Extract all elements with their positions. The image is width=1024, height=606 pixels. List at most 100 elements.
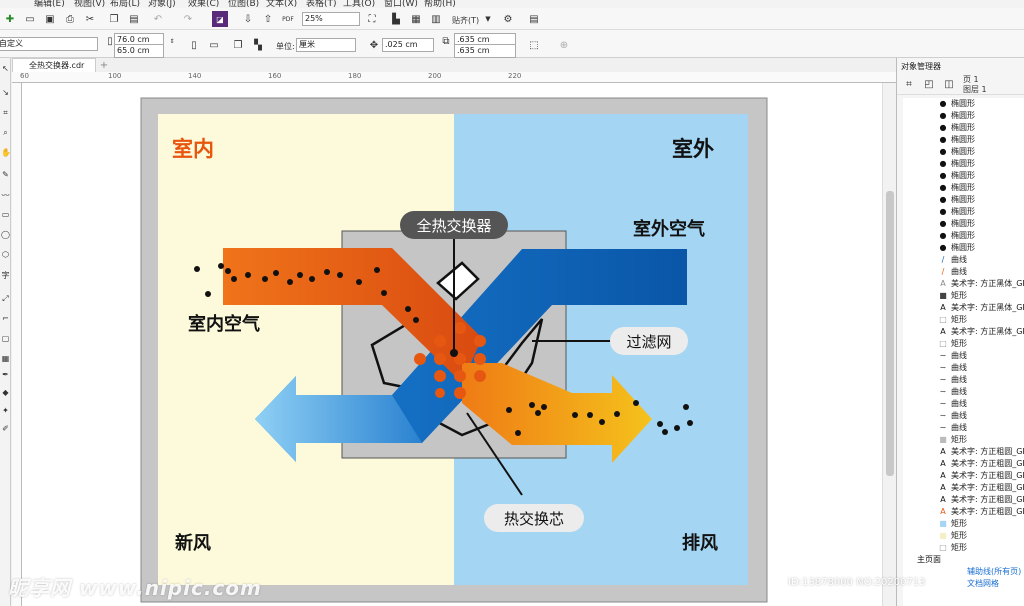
list-item[interactable]: A 美术字: 方正粗圆_GB [903, 494, 1024, 506]
list-item[interactable]: A 美术字: 方正粗圆_GB [903, 470, 1024, 482]
menu-help[interactable]: 帮助(H) [424, 0, 456, 8]
list-item[interactable]: ● 椭圆形 [903, 98, 1024, 110]
list-item[interactable]: ∼ 曲线 [903, 386, 1024, 398]
menu-window[interactable]: 窗口(W) [384, 0, 418, 8]
list-item[interactable]: ∼ 曲线 [903, 350, 1024, 362]
list-item[interactable]: ● 椭圆形 [903, 182, 1024, 194]
snap-to-dropdown[interactable]: 贴齐(T) [452, 15, 479, 26]
zoom-level-select[interactable]: 25% [302, 12, 360, 26]
list-item[interactable]: ● 椭圆形 [903, 242, 1024, 254]
list-item[interactable]: ● 椭圆形 [903, 194, 1024, 206]
list-item[interactable]: □ 矩形 [903, 338, 1024, 350]
list-item[interactable]: ■ 矩形 [903, 290, 1024, 302]
menu-tools[interactable]: 工具(O) [343, 0, 375, 8]
layer-view-icon[interactable]: ◫ [941, 76, 957, 92]
list-item[interactable]: ∼ 曲线 [903, 410, 1024, 422]
open-icon[interactable]: ▭ [22, 11, 38, 27]
list-item[interactable]: ● 椭圆形 [903, 170, 1024, 182]
shape-tool-icon[interactable]: ↘ [1, 88, 10, 98]
master-page-node[interactable]: 主页面 [903, 554, 1024, 566]
redo-icon[interactable]: ↷ [180, 11, 196, 27]
smart-fill-icon[interactable]: ✦ [1, 406, 10, 416]
pan-tool-icon[interactable]: ✋ [1, 148, 11, 158]
list-item[interactable]: □ 矩形 [903, 542, 1024, 554]
import-icon[interactable]: ⇩ [240, 11, 256, 27]
layer-manager-icon[interactable]: ◰ [921, 76, 937, 92]
list-item[interactable]: ● 椭圆形 [903, 146, 1024, 158]
duplicate-y-field[interactable]: .635 cm [454, 44, 516, 58]
launch-icon[interactable]: ▤ [526, 11, 542, 27]
menu-effects[interactable]: 效果(C) [188, 0, 219, 8]
list-item[interactable]: A 美术字: 方正粗圆_GB [903, 506, 1024, 518]
guides-icon[interactable]: ▥ [428, 11, 444, 27]
list-item[interactable]: ● 椭圆形 [903, 230, 1024, 242]
transparency-tool-icon[interactable]: ▦ [1, 354, 10, 364]
grid-icon[interactable]: ▦ [408, 11, 424, 27]
chevron-down-icon[interactable]: ▼ [480, 11, 496, 27]
print-icon[interactable]: ⎙ [62, 11, 78, 27]
rulers-icon[interactable]: ▙ [388, 11, 404, 27]
cut-icon[interactable]: ✂ [82, 11, 98, 27]
paste-icon[interactable]: ▤ [126, 11, 142, 27]
document-tab[interactable]: 全热交换器.cdr [12, 58, 96, 72]
nudge-icon[interactable]: ✥ [366, 37, 382, 53]
list-item[interactable]: ■ 矩形 [903, 434, 1024, 446]
crop-tool-icon[interactable]: ⌗ [1, 108, 10, 118]
object-list[interactable]: ● 椭圆形 ● 椭圆形 ● 椭圆形 ● 椭圆形 ● 椭圆形 ● 椭圆形 ● 椭圆形 ● 椭圆形 ● 椭圆形 ● 椭圆形… [903, 98, 1024, 606]
list-item[interactable]: ■ 矩形 [903, 530, 1024, 542]
artwork[interactable]: 室内 室外 全热交换器 室外空气 室内空气 过滤网 热交换芯 新风 排风 [22, 83, 882, 606]
duplicate-distance-icon[interactable]: ⧉ [438, 33, 454, 49]
vertical-ruler[interactable] [12, 83, 22, 606]
corel-connect-icon[interactable]: ◪ [212, 11, 228, 27]
menu-object[interactable]: 对象(J) [148, 0, 176, 8]
add-icon[interactable]: ⊕ [556, 37, 572, 53]
text-tool-icon[interactable]: 字 [1, 270, 10, 280]
new-icon[interactable]: ✚ [2, 11, 18, 27]
pick-tool-icon[interactable]: ↖ [1, 64, 10, 74]
undo-icon[interactable]: ↶ [150, 11, 166, 27]
list-item[interactable]: A 美术字: 方正粗圆_GB [903, 446, 1024, 458]
drop-shadow-icon[interactable]: ▢ [1, 334, 10, 344]
list-item[interactable]: ∕ 曲线 [903, 254, 1024, 266]
menu-bitmaps[interactable]: 位图(B) [228, 0, 259, 8]
menu-table[interactable]: 表格(T) [306, 0, 337, 8]
new-tab-icon[interactable]: + [96, 57, 112, 73]
list-item[interactable]: ● 椭圆形 [903, 158, 1024, 170]
menu-view[interactable]: 视图(V) [74, 0, 105, 8]
menu-layout[interactable]: 布局(L) [110, 0, 140, 8]
list-item[interactable]: □ 矩形 [903, 314, 1024, 326]
export-icon[interactable]: ⇧ [260, 11, 276, 27]
connector-tool-icon[interactable]: ⌐ [1, 314, 10, 324]
width-stepper-icon[interactable]: ⇕ [164, 33, 180, 49]
list-item[interactable]: ■ 矩形 [903, 518, 1024, 530]
horizontal-ruler[interactable]: 60 100 140 160 180 200 220 [12, 72, 896, 83]
list-item[interactable]: ∼ 曲线 [903, 398, 1024, 410]
copy-icon[interactable]: ❐ [106, 11, 122, 27]
list-item[interactable]: A 美术字: 方正粗圆_GB [903, 482, 1024, 494]
zoom-tool-icon[interactable]: ⌕ [1, 128, 10, 138]
freehand-tool-icon[interactable]: ✎ [1, 170, 10, 180]
nudge-distance-field[interactable]: .025 cm [382, 38, 434, 52]
list-item[interactable]: ∕ 曲线 [903, 266, 1024, 278]
list-item[interactable]: A 美术字: 方正粗圆_GB [903, 458, 1024, 470]
units-select[interactable]: 厘米 [296, 38, 356, 52]
interactive-fill-icon[interactable]: ◆ [1, 388, 10, 398]
list-item[interactable]: ● 椭圆形 [903, 122, 1024, 134]
menu-text[interactable]: 文本(X) [266, 0, 297, 8]
current-page-icon[interactable]: ▚ [250, 37, 266, 53]
list-item[interactable]: ● 椭圆形 [903, 134, 1024, 146]
drawing-canvas[interactable]: 室内 室外 全热交换器 室外空气 室内空气 过滤网 热交换芯 新风 排风 [22, 83, 882, 606]
list-item[interactable]: ∼ 曲线 [903, 422, 1024, 434]
list-item[interactable]: ● 椭圆形 [903, 206, 1024, 218]
options-gear-icon[interactable]: ⚙ [500, 11, 516, 27]
treat-as-filled-icon[interactable]: ⬚ [526, 37, 542, 53]
list-item[interactable]: A 美术字: 方正黑体_GB [903, 326, 1024, 338]
pdf-icon[interactable]: PDF [280, 11, 296, 27]
page-height-field[interactable]: 65.0 cm [114, 44, 164, 58]
show-properties-icon[interactable]: ⌗ [901, 76, 917, 92]
vertical-scrollbar[interactable] [882, 83, 896, 606]
ellipse-tool-icon[interactable]: ◯ [1, 230, 10, 240]
eyedropper-icon[interactable]: ✒ [1, 370, 10, 380]
page-preset-select[interactable]: 自定义 [0, 37, 98, 51]
list-item[interactable]: A 美术字: 方正黑体_GB [903, 278, 1024, 290]
